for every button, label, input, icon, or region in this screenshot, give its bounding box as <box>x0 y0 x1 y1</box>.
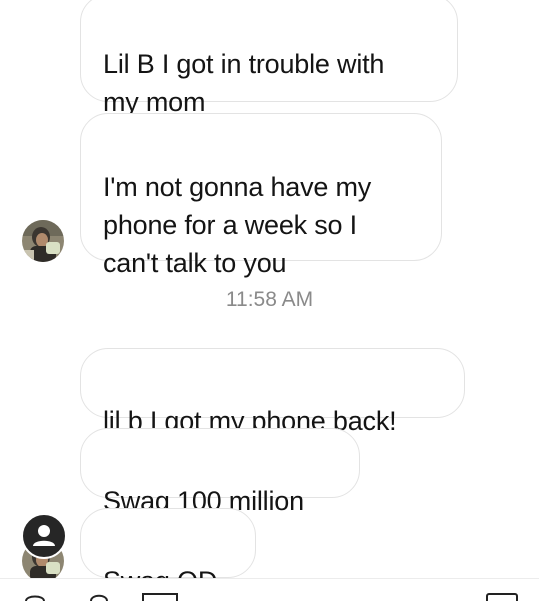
image-icon[interactable] <box>142 591 178 601</box>
sender-avatar[interactable] <box>22 220 64 262</box>
person-icon <box>33 525 55 546</box>
microphone-icon[interactable] <box>88 591 110 601</box>
message-text: I'm not gonna have my phone for a week s… <box>103 172 372 278</box>
message-text: Lil B I got in trouble with my mom <box>103 49 385 117</box>
message-bubble-3[interactable]: lil b I got my phone back! <box>80 348 465 436</box>
message-bubble-4[interactable]: Swag 100 million <box>80 428 360 516</box>
message-timestamp: 11:58 AM <box>225 288 314 311</box>
message-thread: Lil B I got in trouble with my mom I'm n… <box>0 0 539 580</box>
sticker-icon[interactable] <box>486 591 518 601</box>
composer-toolbar <box>0 578 539 601</box>
message-bubble-2[interactable]: I'm not gonna have my phone for a week s… <box>80 113 442 278</box>
message-bubble-1[interactable]: Lil B I got in trouble with my mom <box>80 0 458 117</box>
generic-user-avatar[interactable] <box>21 513 67 559</box>
message-bubble-5[interactable]: Swag OD <box>80 508 256 580</box>
camera-icon[interactable] <box>24 591 46 601</box>
profile-photo-avatar-icon <box>22 220 64 262</box>
